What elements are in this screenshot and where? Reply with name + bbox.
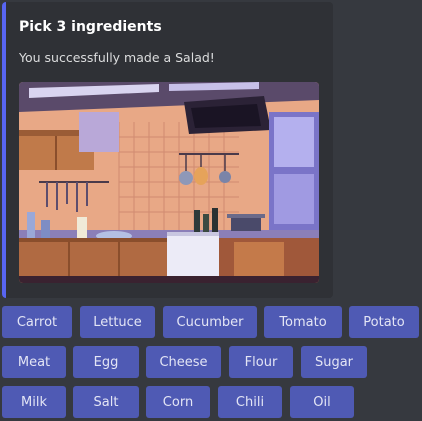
kitchen-illustration: [19, 82, 319, 283]
ingredient-button-oil[interactable]: Oil: [290, 386, 354, 418]
embed-card: Pick 3 ingredients You successfully made…: [2, 2, 333, 298]
ingredient-button-egg[interactable]: Egg: [73, 346, 139, 378]
kitchen-image[interactable]: [19, 82, 319, 283]
ingredient-button-cucumber[interactable]: Cucumber: [163, 306, 257, 338]
ingredient-button-carrot[interactable]: Carrot: [2, 306, 72, 338]
ingredient-button-tomato[interactable]: Tomato: [264, 306, 342, 338]
embed-title: Pick 3 ingredients: [19, 19, 162, 35]
ingredient-button-flour[interactable]: Flour: [229, 346, 293, 378]
ingredient-button-milk[interactable]: Milk: [2, 386, 66, 418]
ingredient-button-chili[interactable]: Chili: [218, 386, 282, 418]
ingredient-button-meat[interactable]: Meat: [2, 346, 66, 378]
ingredient-button-cheese[interactable]: Cheese: [146, 346, 221, 378]
ingredient-button-lettuce[interactable]: Lettuce: [80, 306, 155, 338]
ingredient-button-salt[interactable]: Salt: [73, 386, 139, 418]
ingredient-button-sugar[interactable]: Sugar: [301, 346, 367, 378]
ingredient-button-potato[interactable]: Potato: [349, 306, 419, 338]
embed-description: You successfully made a Salad!: [19, 50, 215, 65]
ingredient-button-corn[interactable]: Corn: [146, 386, 210, 418]
